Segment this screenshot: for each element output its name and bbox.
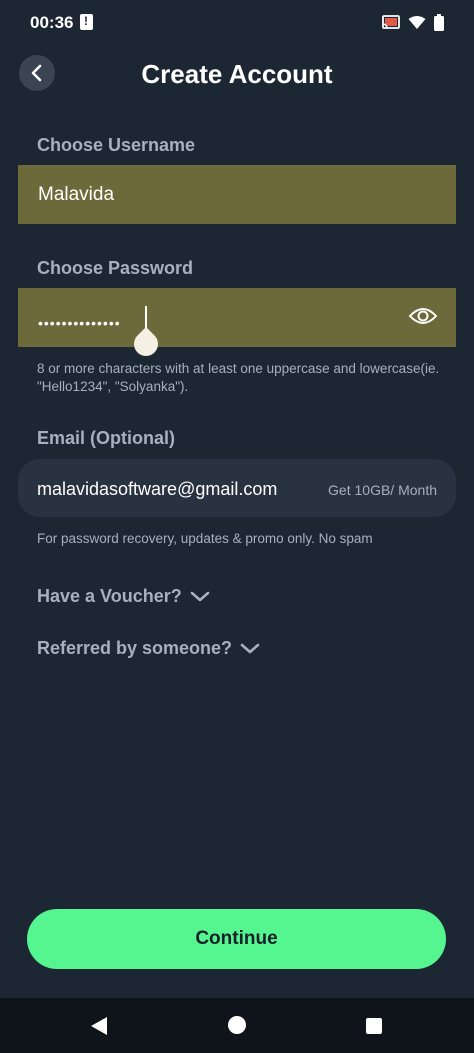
- email-field[interactable]: malavidasoftware@gmail.com Get 10GB/ Mon…: [18, 459, 456, 517]
- voucher-label: Have a Voucher?: [37, 586, 182, 606]
- password-field[interactable]: ••••••••••••••: [18, 288, 456, 361]
- eye-icon[interactable]: [408, 305, 438, 327]
- referral-label: Referred by someone?: [37, 638, 233, 658]
- email-hint: For password recovery, updates & promo o…: [37, 531, 373, 546]
- nav-home-icon[interactable]: [228, 1016, 246, 1034]
- cursor-handle[interactable]: [129, 327, 163, 361]
- status-time: 00:36: [30, 13, 74, 32]
- system-nav-bar: [0, 998, 474, 1053]
- continue-label: Continue: [195, 928, 278, 949]
- password-hint: 8 or more characters with at least one u…: [37, 361, 440, 394]
- voucher-toggle[interactable]: Have a Voucher?: [37, 586, 210, 607]
- nav-recents-icon[interactable]: [366, 1018, 382, 1034]
- password-masked-value: ••••••••••••••: [38, 315, 121, 331]
- battery-icon: [434, 14, 444, 31]
- page-title: Create Account: [141, 59, 333, 89]
- username-value: Malavida: [38, 184, 115, 205]
- username-field[interactable]: Malavida: [18, 165, 456, 224]
- alert-notification-icon: [80, 14, 93, 30]
- email-promo: Get 10GB/ Month: [328, 482, 437, 498]
- password-label: Choose Password: [37, 258, 194, 278]
- chevron-down-icon: [240, 643, 260, 653]
- header: Create Account: [0, 52, 474, 98]
- continue-button[interactable]: Continue: [27, 909, 446, 969]
- referral-toggle[interactable]: Referred by someone?: [37, 638, 260, 659]
- status-icons: [382, 14, 444, 31]
- status-bar: 00:36: [0, 0, 474, 46]
- nav-back-icon[interactable]: [90, 1016, 108, 1036]
- username-label: Choose Username: [37, 135, 196, 155]
- email-label: Email (Optional): [37, 428, 176, 448]
- email-value: malavidasoftware@gmail.com: [37, 479, 278, 499]
- chevron-down-icon: [190, 591, 210, 601]
- wifi-icon: [408, 16, 426, 29]
- cast-icon: [382, 15, 400, 29]
